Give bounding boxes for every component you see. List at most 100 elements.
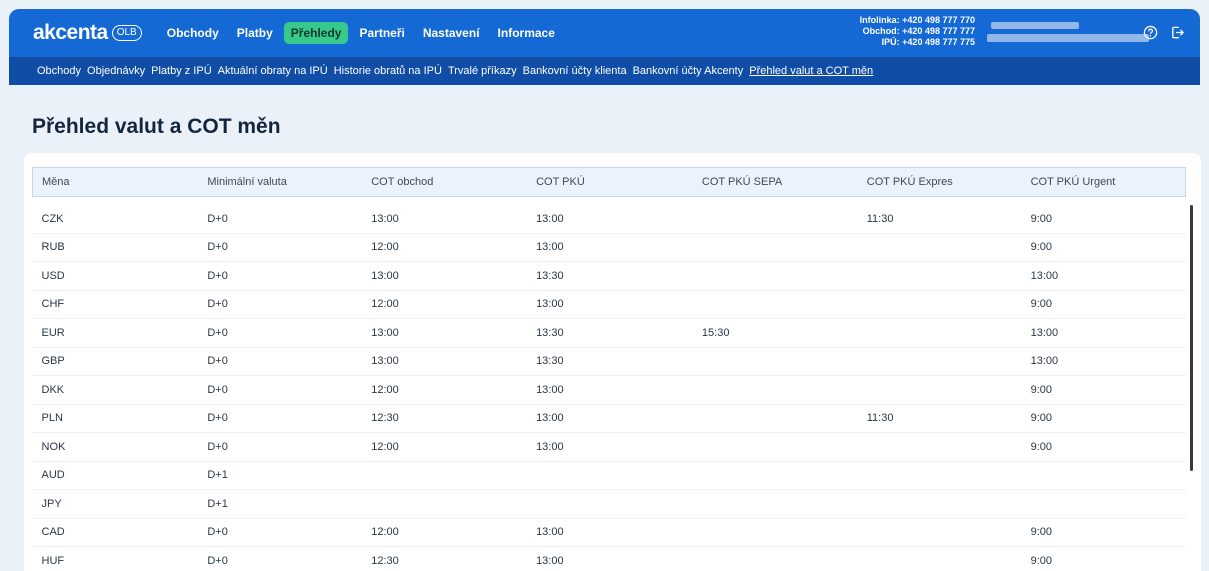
table-cell: CAD	[32, 518, 199, 547]
sub-nav-historie-obratu[interactable]: Historie obratů na IPÚ	[334, 65, 442, 77]
table-cell	[692, 233, 858, 262]
table-row: USD D+0 13:00 13:30 13:00	[32, 261, 1186, 291]
table-cell	[857, 261, 1022, 291]
sub-nav-objednavky[interactable]: Objednávky	[87, 65, 145, 77]
col-header-cot-pku[interactable]: COT PKÚ	[527, 167, 693, 197]
table-row: NOK D+0 12:00 13:00 9:00	[32, 432, 1186, 462]
main-nav-partneri[interactable]: Partneři	[352, 22, 411, 44]
table-cell: D+1	[198, 461, 363, 490]
table-cell	[857, 375, 1022, 405]
table-row: CHF D+0 12:00 13:00 9:00	[32, 290, 1186, 319]
table-row: AUD D+1	[32, 461, 1186, 490]
table-cell: USD	[32, 261, 199, 291]
table-cell: 9:00	[1021, 375, 1186, 405]
sub-nav-ucty-klienta[interactable]: Bankovní účty klienta	[523, 65, 627, 77]
table-cell: 13:00	[527, 518, 693, 547]
table-scrollbar[interactable]	[1190, 205, 1193, 471]
table-cell: 13:00	[1021, 347, 1186, 376]
table-cell: 13:00	[527, 204, 693, 234]
col-header-mena[interactable]: Měna	[32, 167, 199, 197]
table-cell: D+0	[198, 204, 363, 234]
logout-icon[interactable]	[1169, 24, 1186, 41]
currency-table: Měna Minimální valuta COT obchod COT PKÚ…	[32, 167, 1186, 571]
table-cell: D+0	[198, 404, 363, 433]
table-cell: RUB	[32, 233, 199, 262]
sub-nav: Obchody Objednávky Platby z IPÚ Aktuální…	[9, 57, 1200, 85]
col-header-cot-pku-urgent[interactable]: COT PKÚ Urgent	[1021, 167, 1186, 197]
table-cell: D+0	[198, 432, 363, 462]
table-cell	[692, 404, 858, 433]
table-cell: 12:30	[362, 404, 528, 433]
table-cell	[857, 546, 1022, 571]
table-cell: PLN	[32, 404, 199, 433]
sub-nav-aktualni-obraty[interactable]: Aktuální obraty na IPÚ	[218, 65, 328, 77]
user-info-redacted[interactable]	[987, 22, 1149, 44]
col-header-cot-pku-sepa[interactable]: COT PKÚ SEPA	[692, 167, 858, 197]
table-row: DKK D+0 12:00 13:00 9:00	[32, 375, 1186, 405]
table-cell: HUF	[32, 546, 199, 571]
main-nav-nastaveni[interactable]: Nastavení	[416, 22, 487, 44]
table-cell: 13:00	[527, 432, 693, 462]
sub-nav-trvale-prikazy[interactable]: Trvalé příkazy	[448, 65, 517, 77]
table-cell: 9:00	[1021, 404, 1186, 433]
table-cell: D+0	[198, 546, 363, 571]
table-cell	[692, 347, 858, 376]
main-nav-platby[interactable]: Platby	[230, 22, 280, 44]
col-header-min-valuta[interactable]: Minimální valuta	[198, 167, 363, 197]
sub-nav-platby-z-ipu[interactable]: Platby z IPÚ	[151, 65, 212, 77]
table-cell	[527, 489, 693, 519]
table-cell: 13:30	[527, 318, 693, 348]
logo-badge: OLB	[111, 25, 142, 41]
table-cell: D+1	[198, 489, 363, 519]
table-cell: 12:00	[362, 290, 528, 319]
table-cell: 13:00	[527, 404, 693, 433]
table-cell: 13:30	[527, 261, 693, 291]
table-cell	[692, 432, 858, 462]
table-cell: 13:00	[527, 290, 693, 319]
col-header-cot-pku-expres[interactable]: COT PKÚ Expres	[857, 167, 1022, 197]
table-cell: 12:30	[362, 546, 528, 571]
table-cell: 12:00	[362, 233, 528, 262]
main-nav-obchody[interactable]: Obchody	[160, 22, 226, 44]
main-nav-prehledy[interactable]: Přehledy	[283, 22, 349, 44]
table-cell	[692, 489, 858, 519]
table-cell: D+0	[198, 290, 363, 319]
table-row: EUR D+0 13:00 13:30 15:30 13:00	[32, 318, 1186, 348]
table-cell: 13:00	[527, 546, 693, 571]
col-header-cot-obchod[interactable]: COT obchod	[362, 167, 528, 197]
sub-nav-obchody[interactable]: Obchody	[37, 65, 81, 77]
table-cell: 13:00	[1021, 261, 1186, 291]
table-cell: D+0	[198, 375, 363, 405]
table-cell: 11:30	[857, 204, 1022, 234]
table-cell	[362, 461, 528, 490]
table-cell: 13:00	[527, 233, 693, 262]
table-cell: AUD	[32, 461, 199, 490]
main-nav-informace[interactable]: Informace	[491, 22, 562, 44]
help-circle-icon[interactable]	[1142, 24, 1159, 41]
table-cell: 13:00	[527, 375, 693, 405]
table-cell	[1021, 461, 1186, 490]
table-cell: JPY	[32, 489, 199, 519]
table-cell: 11:30	[857, 404, 1022, 433]
table-cell	[857, 290, 1022, 319]
table-row: GBP D+0 13:00 13:30 13:00	[32, 347, 1186, 376]
logo-wordmark: akcenta	[33, 21, 108, 44]
table-cell: 13:00	[362, 261, 528, 291]
sub-nav-prehled-valut[interactable]: Přehled valut a COT měn	[749, 65, 873, 77]
akcenta-logo[interactable]: akcenta OLB	[33, 21, 142, 45]
table-cell: EUR	[32, 318, 199, 348]
table-cell: 9:00	[1021, 432, 1186, 462]
table-body: CZK D+0 13:00 13:00 11:30 9:00 RUB D+0 12:00 13:0…	[32, 197, 1186, 571]
table-cell	[857, 489, 1022, 519]
sub-nav-ucty-akcenty[interactable]: Bankovní účty Akcenty	[633, 65, 744, 77]
table-row: RUB D+0 12:00 13:00 9:00	[32, 233, 1186, 262]
table-cell	[857, 347, 1022, 376]
contact-ipu: IPÚ: +420 498 777 775	[881, 37, 975, 47]
table-cell	[692, 518, 858, 547]
main-nav: Obchody Platby Přehledy Partneři Nastave…	[160, 22, 562, 44]
table-cell	[692, 204, 858, 234]
table-cell	[857, 518, 1022, 547]
table-cell	[1021, 489, 1186, 519]
table-cell: DKK	[32, 375, 199, 405]
contact-infolinka: Infolinka: +420 498 777 770	[859, 15, 975, 25]
